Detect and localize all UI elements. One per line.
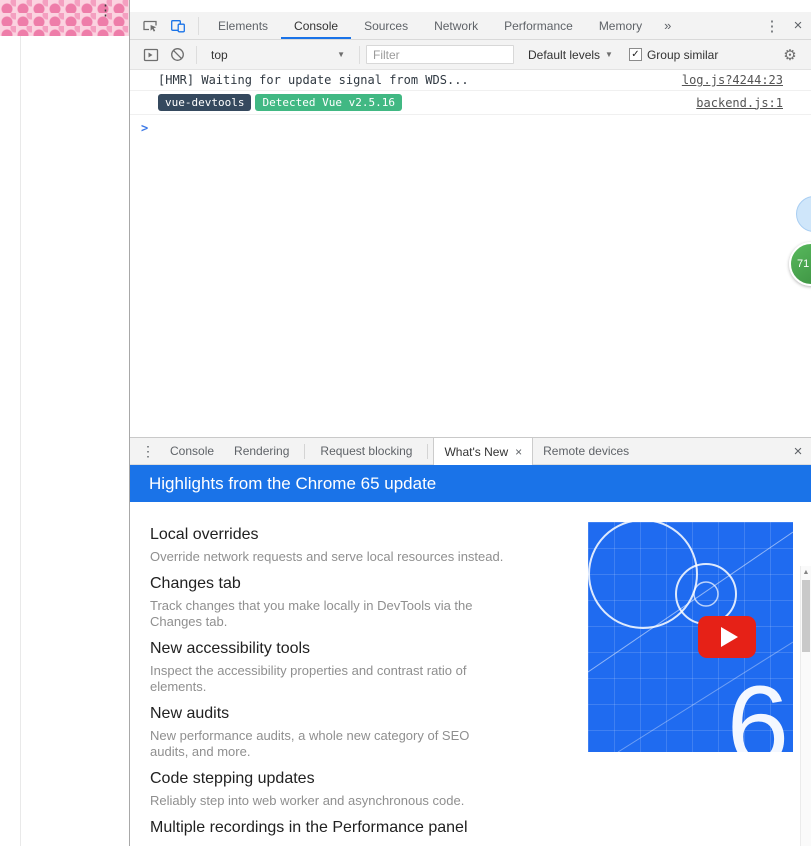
whats-new-header: Highlights from the Chrome 65 update [130,465,811,502]
vue-badges: vue-devtools Detected Vue v2.5.16 [158,94,402,111]
devtools-close-icon[interactable]: × [785,13,811,39]
toolbar-separator [198,16,199,35]
group-similar-checkbox[interactable]: ✓ [628,48,642,61]
feature-section: Changes tab Track changes that you make … [150,575,506,630]
feature-section: New audits New performance audits, a who… [150,705,506,760]
devtools-window: Elements Console Sources Network Perform… [129,0,811,846]
feature-description: Track changes that you make locally in D… [150,598,473,629]
device-toolbar-icon[interactable] [164,13,192,39]
devtools-main-toolbar: Elements Console Sources Network Perform… [130,12,811,40]
tab-console[interactable]: Console [281,12,351,39]
vue-detected-badge: Detected Vue v2.5.16 [255,94,402,111]
feature-description: Inspect the accessibility properties and… [150,663,467,694]
page-divider [20,36,21,846]
youtube-play-icon[interactable] [698,616,756,658]
console-messages: [HMR] Waiting for update signal from WDS… [130,70,811,437]
video-thumbnail[interactable]: 6 [588,522,793,752]
execution-context-select[interactable]: top ▼ [203,40,353,69]
chevron-down-icon: ▼ [605,50,613,59]
console-message-text: [HMR] Waiting for update signal from WDS… [158,73,469,87]
feature-title: Code stepping updates [150,770,315,787]
page-strip: ⋮ [0,0,129,846]
feature-section: New accessibility tools Inspect the acce… [150,640,506,695]
tab-network[interactable]: Network [421,12,491,39]
feature-description: Override network requests and serve loca… [150,549,504,564]
tab-performance[interactable]: Performance [491,12,586,39]
source-link[interactable]: log.js?4244:23 [682,73,783,87]
feature-section: Multiple recordings in the Performance p… [150,819,506,837]
console-message-vue: vue-devtools Detected Vue v2.5.16 backen… [130,91,811,115]
whats-new-sections: Local overrides Override network request… [150,526,506,846]
console-prompt-chevron[interactable]: > [130,115,811,135]
log-levels-select[interactable]: Default levels ▼ [528,48,613,62]
context-value: top [211,47,228,62]
drawer-tab-whats-new[interactable]: What's New × [433,438,534,465]
page-menu-icon[interactable]: ⋮ [98,1,113,21]
counter-value: 71 [797,258,810,270]
toolbar-right-actions: ⋮ × [759,13,811,39]
scrollbar-thumb[interactable] [802,580,810,652]
source-link[interactable]: backend.js:1 [696,96,783,110]
scrollbar[interactable]: ▲ [800,566,811,846]
drawer-menu-icon[interactable]: ⋮ [136,443,160,460]
console-message-hmr: [HMR] Waiting for update signal from WDS… [130,70,811,91]
tab-separator [304,443,306,459]
filter-input[interactable] [366,45,514,64]
drawer-tab-rendering[interactable]: Rendering [224,438,299,465]
whats-new-content: Local overrides Override network request… [130,502,811,846]
group-similar-label: Group similar [646,47,719,62]
feature-title: Multiple recordings in the Performance p… [150,819,468,836]
chevron-down-icon: ▼ [337,50,345,59]
inspect-element-icon[interactable] [136,13,164,39]
tab-sources[interactable]: Sources [351,12,421,39]
drawer-tab-remote-devices[interactable]: Remote devices [533,438,639,465]
whats-new-title: Highlights from the Chrome 65 update [149,473,437,493]
devtools-menu-icon[interactable]: ⋮ [759,13,785,39]
feature-description: Reliably step into web worker and asynch… [150,793,465,808]
console-settings-gear-icon[interactable]: ⚙ [777,46,803,64]
feature-description: New performance audits, a whole new cate… [150,728,470,759]
feature-title: New accessibility tools [150,640,311,657]
feature-section: Local overrides Override network request… [150,526,506,565]
feature-title: New audits [150,705,230,722]
chrome-version-digit: 6 [726,663,789,753]
tab-memory[interactable]: Memory [586,12,655,39]
toolbar-separator [196,45,197,64]
screen: ⋮ Elements Console Sources Network Perfo… [0,0,811,846]
toolbar-separator [359,45,360,64]
feature-title: Local overrides [150,526,259,543]
more-tabs-icon[interactable]: » [655,18,680,33]
feature-title: Changes tab [150,575,241,592]
console-sidebar-icon[interactable] [138,43,164,67]
check-icon: ✓ [631,48,640,60]
drawer-tab-label: What's New [444,444,509,459]
tab-separator [427,443,429,459]
feature-section: Code stepping updates Reliably step into… [150,770,506,809]
drawer-tab-request-blocking[interactable]: Request blocking [310,438,422,465]
scroll-up-icon[interactable]: ▲ [801,566,811,579]
group-similar-setting: ✓ Group similar [628,47,719,62]
tab-elements[interactable]: Elements [205,12,281,39]
vue-devtools-badge: vue-devtools [158,94,252,111]
drawer-close-icon[interactable]: × [785,438,811,464]
console-toolbar: top ▼ Default levels ▼ ✓ Group similar ⚙ [130,40,811,70]
tab-close-icon[interactable]: × [515,445,522,459]
devtools-drawer: ⋮ Console Rendering Request blocking Wha… [130,437,811,846]
levels-value: Default levels [528,47,601,62]
drawer-toolbar: ⋮ Console Rendering Request blocking Wha… [130,438,811,465]
clear-console-icon[interactable] [164,43,190,67]
drawer-tab-console[interactable]: Console [160,438,224,465]
